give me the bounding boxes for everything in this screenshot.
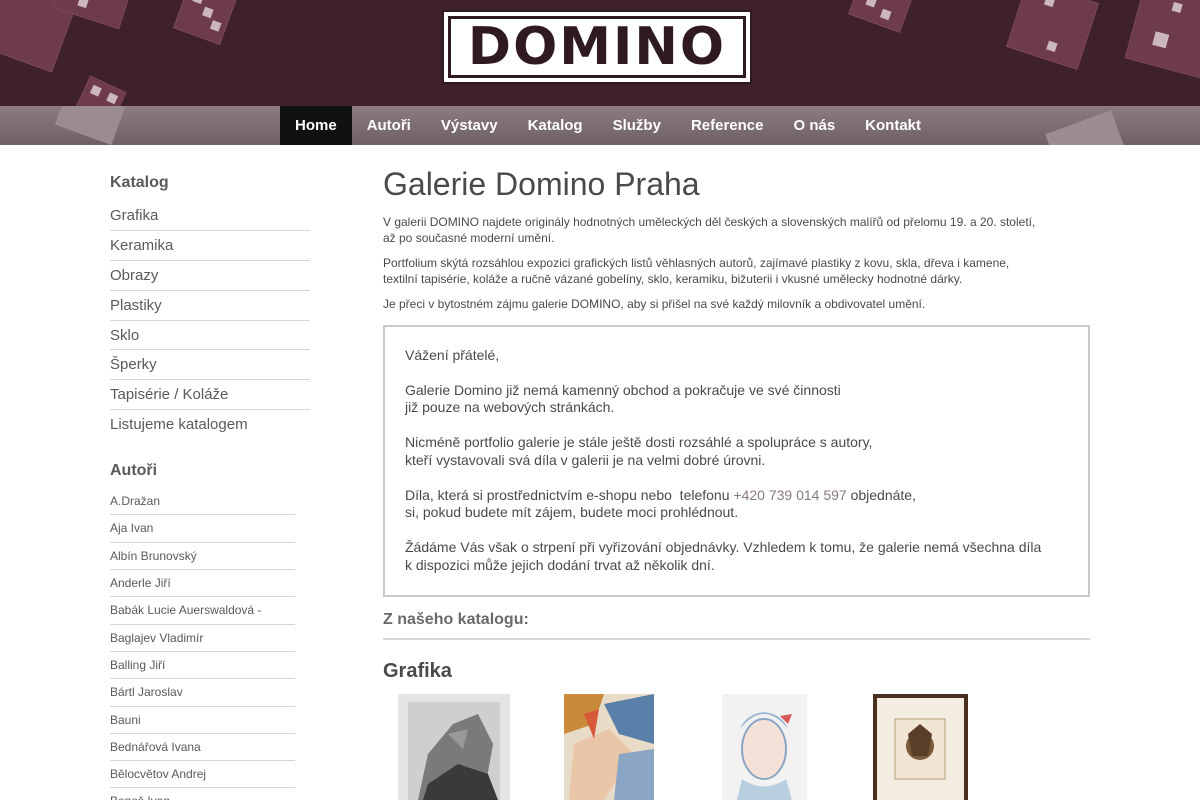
author-link[interactable]: A.Dražan (110, 488, 295, 516)
notice-line: Žádáme Vás však o strpení při vyřizování… (405, 539, 1042, 555)
site-header: DOMINO (0, 0, 1200, 106)
catalog-list: Grafika Keramika Obrazy Plastiky Sklo Šp… (110, 201, 310, 440)
notice-line: již pouze na webových stránkách. (405, 399, 615, 415)
author-link[interactable]: Beneš Ivan (110, 788, 295, 800)
nav-kontakt[interactable]: Kontakt (850, 106, 936, 145)
notice-paragraph: Díla, která si prostřednictvím e-shopu n… (405, 487, 1068, 522)
sidebar-item-grafika[interactable]: Grafika (110, 201, 310, 231)
notice-line: k dispozici může jejich dodání trvat až … (405, 556, 715, 573)
author-link[interactable]: Bělocvětov Andrej (110, 761, 295, 789)
nav-autori[interactable]: Autoři (352, 106, 426, 145)
author-link[interactable]: Babák Lucie Auerswaldová - (110, 597, 295, 625)
nav-reference[interactable]: Reference (676, 106, 779, 145)
nav-katalog[interactable]: Katalog (513, 106, 598, 145)
decor-tile (1124, 0, 1200, 79)
author-link[interactable]: Baglajev Vladimír (110, 625, 295, 652)
sidebar-catalog-heading: Katalog (110, 174, 169, 191)
notice-line: Galerie Domino již nemá kamenný obchod a… (405, 381, 841, 398)
notice-box: Vážení přátelé, Galerie Domino již nemá … (383, 324, 1090, 597)
decor-tile (73, 75, 127, 106)
intro-paragraph: Je přeci v bytostném zájmu galerie DOMIN… (383, 297, 926, 311)
intro-text: V galerii DOMINO najdete originály hodno… (383, 215, 1090, 313)
artwork-image (564, 694, 654, 800)
author-link[interactable]: Aja Ivan (110, 515, 295, 543)
page-title: Galerie Domino Praha (383, 166, 700, 202)
decor-tile (54, 106, 126, 145)
decor-tile (172, 0, 238, 46)
sidebar-item-plastiky[interactable]: Plastiky (110, 291, 310, 321)
decor-tile (848, 0, 917, 33)
notice-line: kteří vystavovali svá díla v galerii je … (405, 451, 766, 468)
sidebar-authors-heading: Autoři (110, 462, 158, 480)
notice-paragraph: Žádáme Vás však o strpení při vyřizování… (405, 539, 1068, 574)
intro-paragraph: Portfolium skýtá rozsáhlou expozici graf… (383, 256, 1010, 286)
notice-line: objednáte, (846, 486, 916, 503)
sidebar-item-obrazy[interactable]: Obrazy (110, 261, 310, 291)
nav-o-nas[interactable]: O nás (778, 106, 850, 145)
sidebar: Katalog Grafika Keramika Obrazy Plastiky… (110, 174, 310, 800)
artwork-image (873, 694, 968, 800)
notice-greeting: Vážení přátelé, (405, 346, 500, 363)
sidebar-item-sperky[interactable]: Šperky (110, 350, 310, 381)
sidebar-item-keramika[interactable]: Keramika (110, 231, 310, 261)
notice-line: si, pokud budete mít zájem, budete moci … (405, 504, 739, 520)
author-link[interactable]: Balling Jiří (110, 652, 295, 680)
nav-home[interactable]: Home (280, 106, 352, 145)
nav-vystavy[interactable]: Výstavy (426, 106, 513, 145)
intro-paragraph: V galerii DOMINO najdete originály hodno… (383, 215, 1036, 245)
notice-line: Díla, která si prostřednictvím e-shopu n… (405, 486, 734, 503)
main-navigation-bar: Home Autoři Výstavy Katalog Služby Refer… (0, 106, 1200, 145)
phone-link[interactable]: +420 739 014 597 (733, 487, 846, 503)
catalog-section-heading: Z našeho katalogu: (383, 611, 1090, 640)
main-content: Galerie Domino Praha V galerii DOMINO na… (383, 164, 1090, 683)
artwork-thumbnail[interactable] (873, 694, 968, 800)
sidebar-item-tapiserie[interactable]: Tapisérie / Koláže (110, 380, 310, 411)
sidebar-item-sklo[interactable]: Sklo (110, 321, 310, 351)
artwork-thumbnail[interactable] (398, 694, 510, 800)
artwork-thumbnail[interactable] (722, 694, 807, 800)
sidebar-item-listujeme[interactable]: Listujeme katalogem (110, 410, 310, 440)
decor-tile (1006, 0, 1099, 70)
nav-sluzby[interactable]: Služby (598, 106, 676, 145)
catalog-thumbnails (383, 694, 1090, 800)
notice-line: Nicméně portfolio galerie je stále ještě… (405, 434, 873, 450)
grafika-heading: Grafika (383, 659, 452, 682)
author-link[interactable]: Anderle Jiří (110, 570, 295, 598)
decor-tile (1045, 110, 1125, 145)
artwork-thumbnail[interactable] (564, 694, 654, 800)
main-nav: Home Autoři Výstavy Katalog Služby Refer… (280, 106, 936, 145)
notice-paragraph: Galerie Domino již nemá kamenný obchod a… (405, 382, 1068, 417)
logo-text: DOMINO (467, 17, 727, 77)
logo-frame: DOMINO (448, 16, 746, 78)
author-link[interactable]: Albín Brunovský (110, 543, 295, 571)
author-link[interactable]: Bauni (110, 707, 295, 734)
author-link[interactable]: Bártl Jaroslav (110, 679, 295, 707)
notice-paragraph: Nicméně portfolio galerie je stále ještě… (405, 434, 1068, 469)
artwork-image (398, 694, 510, 800)
authors-list: A.Dražan Aja Ivan Albín Brunovský Anderl… (110, 488, 295, 800)
author-link[interactable]: Bednářová Ivana (110, 734, 295, 762)
artwork-image (722, 694, 807, 800)
site-logo[interactable]: DOMINO (442, 10, 752, 84)
